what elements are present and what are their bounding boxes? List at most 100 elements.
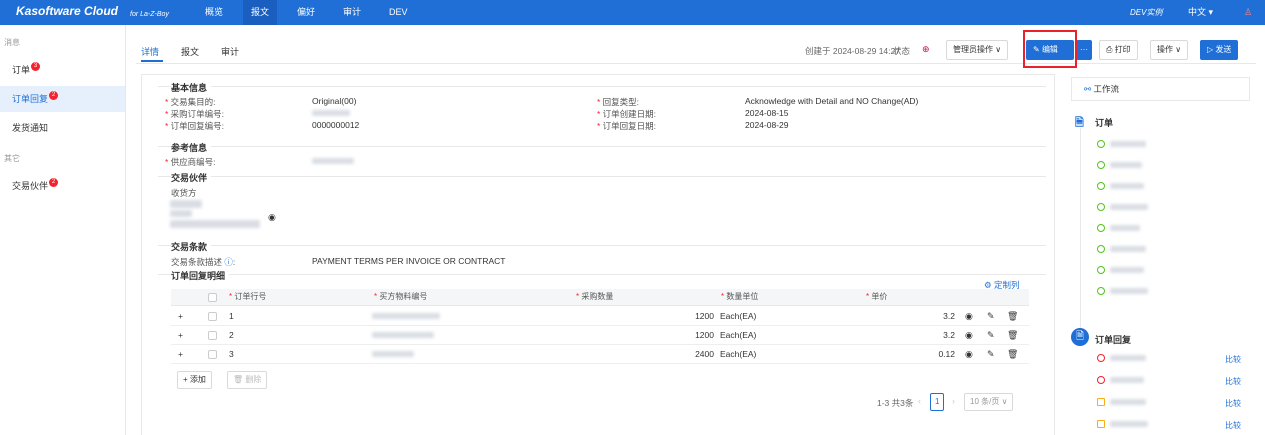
section-divider xyxy=(158,274,1046,275)
tab-details[interactable]: 详情 xyxy=(141,45,159,58)
sidebar-item-ship-notice[interactable]: 发货通知 xyxy=(0,115,125,141)
sidebar-item-order-reply[interactable]: 订单回复 2 xyxy=(0,86,125,112)
page-1-button[interactable]: 1 xyxy=(930,393,945,411)
view-icon[interactable]: ◉ xyxy=(965,330,973,341)
edit-icon[interactable]: ✎ xyxy=(987,311,995,322)
redacted-value xyxy=(1110,162,1142,168)
unit-price: 0.12 xyxy=(938,349,955,359)
redacted-value xyxy=(312,110,350,116)
next-page-icon[interactable]: › xyxy=(952,396,955,406)
nav-messages[interactable]: 报文 xyxy=(243,0,278,25)
env-label[interactable]: DEV实例 xyxy=(1130,0,1162,25)
row-checkbox[interactable] xyxy=(208,312,217,321)
created-at: 创建于 2024-08-29 14:27 xyxy=(805,46,900,56)
compare-link[interactable]: 比较 xyxy=(1225,420,1241,431)
trash-icon: 🗑 xyxy=(233,375,246,384)
more-button[interactable]: ··· xyxy=(1076,40,1092,60)
compare-link[interactable]: 比较 xyxy=(1225,376,1241,387)
unit: Each(EA) xyxy=(720,330,757,340)
check-icon xyxy=(1097,245,1105,253)
status-icon: ⊕ xyxy=(922,44,930,54)
count-badge: 2 xyxy=(49,91,59,100)
highlight-box xyxy=(1023,30,1077,68)
pending-icon xyxy=(1097,398,1105,406)
redacted-value xyxy=(170,210,192,217)
nav-preferences[interactable]: 偏好 xyxy=(289,0,323,25)
page-size-select[interactable]: 10 条/页 ∨ xyxy=(964,393,1014,411)
check-icon xyxy=(1097,203,1105,211)
delete-rows-button[interactable]: 🗑 删除 xyxy=(227,371,268,389)
reply-date-value: 2024-08-29 xyxy=(745,120,789,130)
unit: Each(EA) xyxy=(720,311,757,321)
redacted-value xyxy=(1110,421,1148,427)
compare-link[interactable]: 比较 xyxy=(1225,398,1241,409)
print-icon: ⎙ xyxy=(1106,45,1115,54)
nav-overview[interactable]: 概览 xyxy=(197,0,231,25)
trash-icon[interactable]: 🗑 xyxy=(1007,311,1018,322)
edit-icon[interactable]: ✎ xyxy=(987,349,995,360)
workflow-header[interactable]: ⚯ 工作流 xyxy=(1071,77,1250,101)
check-icon xyxy=(1097,266,1105,274)
quantity: 2400 xyxy=(695,349,714,359)
active-tab-indicator xyxy=(141,60,163,62)
redacted-value xyxy=(372,351,414,357)
user-icon[interactable]: ♙ xyxy=(1244,0,1252,25)
section-divider xyxy=(158,146,1046,147)
reply-document-icon: 🗎 xyxy=(1071,328,1089,346)
print-button[interactable]: ⎙ 打印 xyxy=(1099,40,1138,60)
sidebar-item-orders[interactable]: 订单 3 xyxy=(0,57,125,83)
expand-icon[interactable]: + xyxy=(178,311,183,321)
row-checkbox[interactable] xyxy=(208,350,217,359)
nav-audit[interactable]: 审计 xyxy=(335,0,369,25)
error-icon xyxy=(1097,376,1105,384)
add-row-button[interactable]: + 添加 xyxy=(177,371,212,389)
trash-icon[interactable]: 🗑 xyxy=(1007,349,1018,360)
info-icon: ⓘ xyxy=(224,257,233,267)
view-icon[interactable]: ◉ xyxy=(965,311,973,322)
view-icon[interactable]: ◉ xyxy=(965,349,973,360)
expand-icon[interactable]: + xyxy=(178,330,183,340)
expand-icon[interactable]: + xyxy=(178,349,183,359)
redacted-value xyxy=(1110,355,1146,361)
sidebar-item-label: 发货通知 xyxy=(12,123,49,133)
sidebar-group-other: 其它 xyxy=(4,154,20,163)
po-number-label: * 采购订单编号: xyxy=(165,109,225,119)
sidebar-group-messages: 消息 xyxy=(4,38,20,47)
admin-ops-button[interactable]: 管理员操作 ∨ xyxy=(946,40,1009,60)
prev-page-icon[interactable]: ‹ xyxy=(918,396,921,406)
tabs-divider xyxy=(136,63,1256,64)
quantity: 1200 xyxy=(695,330,714,340)
purpose-label: * 交易集目的: xyxy=(165,97,216,107)
send-button[interactable]: ▷ 发送 xyxy=(1200,40,1239,60)
pagination-summary: 1-3 共3条 xyxy=(877,398,914,408)
language-switch[interactable]: 中文 ▾ xyxy=(1188,0,1213,25)
compare-link[interactable]: 比较 xyxy=(1225,354,1241,365)
unit: Each(EA) xyxy=(720,349,757,359)
eye-icon[interactable]: ◉ xyxy=(268,212,276,223)
column-header: * 买方物料编号 xyxy=(374,292,428,301)
terms-desc-label: 交易条款描述 ⓘ: xyxy=(171,257,236,267)
redacted-value xyxy=(1110,377,1144,383)
quantity: 1200 xyxy=(695,311,714,321)
operations-button[interactable]: 操作 ∨ xyxy=(1150,40,1189,60)
timeline-order-title: 订单 xyxy=(1095,118,1114,128)
purpose-value: Original(00) xyxy=(312,96,357,106)
redacted-value xyxy=(1110,183,1144,189)
tab-message[interactable]: 报文 xyxy=(181,45,199,58)
redacted-value xyxy=(1110,246,1146,252)
unit-price: 3.2 xyxy=(943,330,955,340)
row-checkbox[interactable] xyxy=(208,331,217,340)
redacted-value xyxy=(1110,288,1148,294)
sidebar-item-partners[interactable]: 交易伙伴 2 xyxy=(0,173,125,199)
edit-icon[interactable]: ✎ xyxy=(987,330,995,341)
trash-icon[interactable]: 🗑 xyxy=(1007,330,1018,341)
timeline-reply-title: 订单回复 xyxy=(1095,335,1132,345)
status-label: 状态 xyxy=(893,46,911,56)
tab-audit[interactable]: 审计 xyxy=(221,45,239,58)
sidebar-item-label: 订单 xyxy=(12,65,31,75)
nav-dev[interactable]: DEV xyxy=(381,0,416,25)
section-divider xyxy=(158,245,1046,246)
terms-desc-value: PAYMENT TERMS PER INVOICE OR CONTRACT xyxy=(312,256,506,266)
count-badge: 2 xyxy=(49,178,59,187)
select-all-checkbox[interactable] xyxy=(208,293,217,302)
